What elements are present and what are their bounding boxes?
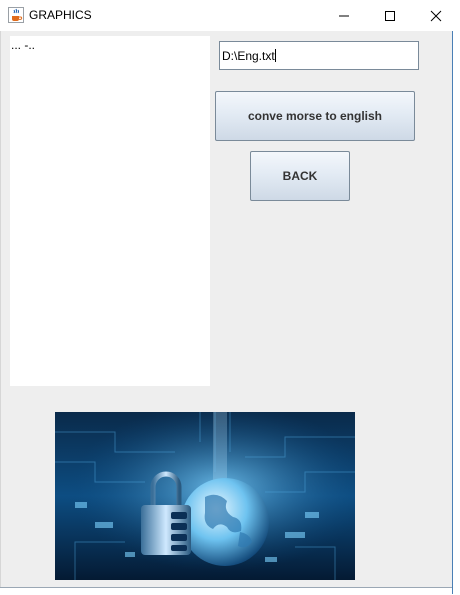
maximize-button[interactable] xyxy=(367,0,413,31)
app-window: GRAPHICS ... -.. D:\Eng.txt conve morse … xyxy=(0,0,460,595)
window-title: GRAPHICS xyxy=(29,8,92,22)
minimize-icon xyxy=(339,15,349,17)
maximize-icon xyxy=(385,11,395,21)
text-caret xyxy=(274,49,276,62)
morse-output-textarea[interactable]: ... -.. xyxy=(10,36,210,386)
convert-morse-button[interactable]: conve morse to english xyxy=(215,91,415,141)
title-bar[interactable]: GRAPHICS xyxy=(0,0,460,31)
file-path-value: D:\Eng.txt xyxy=(222,49,275,63)
back-button[interactable]: BACK xyxy=(250,151,350,201)
close-icon xyxy=(430,10,442,22)
minimize-button[interactable] xyxy=(321,0,367,31)
file-path-input[interactable]: D:\Eng.txt xyxy=(219,41,419,70)
window-right-edge xyxy=(452,31,460,594)
padlock-globe-image xyxy=(55,412,355,580)
java-cup-icon xyxy=(8,7,24,23)
close-button[interactable] xyxy=(413,0,459,31)
